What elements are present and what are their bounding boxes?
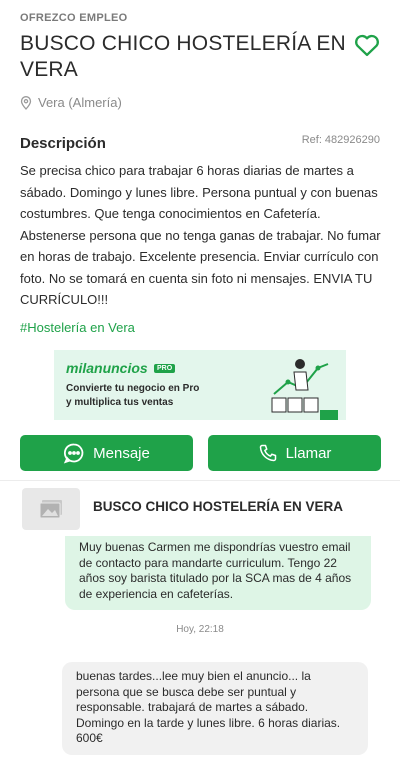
message-button[interactable]: Mensaje <box>20 435 193 471</box>
call-button-label: Llamar <box>285 444 332 462</box>
hashtag-link[interactable]: #Hostelería en Vera <box>20 320 135 335</box>
divider <box>0 480 400 481</box>
image-placeholder-icon <box>39 500 62 519</box>
location-text: Vera (Almería) <box>38 95 122 110</box>
outgoing-message: Muy buenas Carmen me dispondrías vuestro… <box>65 536 371 610</box>
banner-illustration-icon <box>271 359 338 420</box>
chat-bubble-icon <box>63 443 84 464</box>
description-heading: Descripción <box>20 135 106 152</box>
banner-line-2: y multiplica tus ventas <box>66 397 174 408</box>
chat-title: BUSCO CHICO HOSTELERÍA EN VERA <box>93 499 344 514</box>
favorite-heart-icon[interactable] <box>353 31 381 59</box>
incoming-message: buenas tardes...lee muy bien el anuncio.… <box>62 662 368 755</box>
phone-icon <box>259 444 276 462</box>
banner-brand: milanuncios <box>66 360 148 376</box>
listing-location: Vera (Almería) <box>20 95 122 110</box>
banner-pro-badge: PRO <box>154 364 176 373</box>
description-text: Se precisa chico para trabajar 6 horas d… <box>20 163 381 307</box>
message-timestamp: Hoy, 22:18 <box>176 624 224 635</box>
chat-thumbnail <box>22 488 80 530</box>
call-button[interactable]: Llamar <box>208 435 381 471</box>
location-pin-icon <box>20 95 32 110</box>
message-button-label: Mensaje <box>93 444 150 462</box>
listing-category: OFREZCO EMPLEO <box>20 12 128 24</box>
promo-banner[interactable]: milanuncios PRO Convierte tu negocio en … <box>54 350 346 420</box>
listing-title: BUSCO CHICO HOSTELERÍA EN VERA <box>20 32 346 81</box>
banner-line-1: Convierte tu negocio en Pro <box>66 383 200 394</box>
reference-number: Ref: 482926290 <box>301 134 380 146</box>
